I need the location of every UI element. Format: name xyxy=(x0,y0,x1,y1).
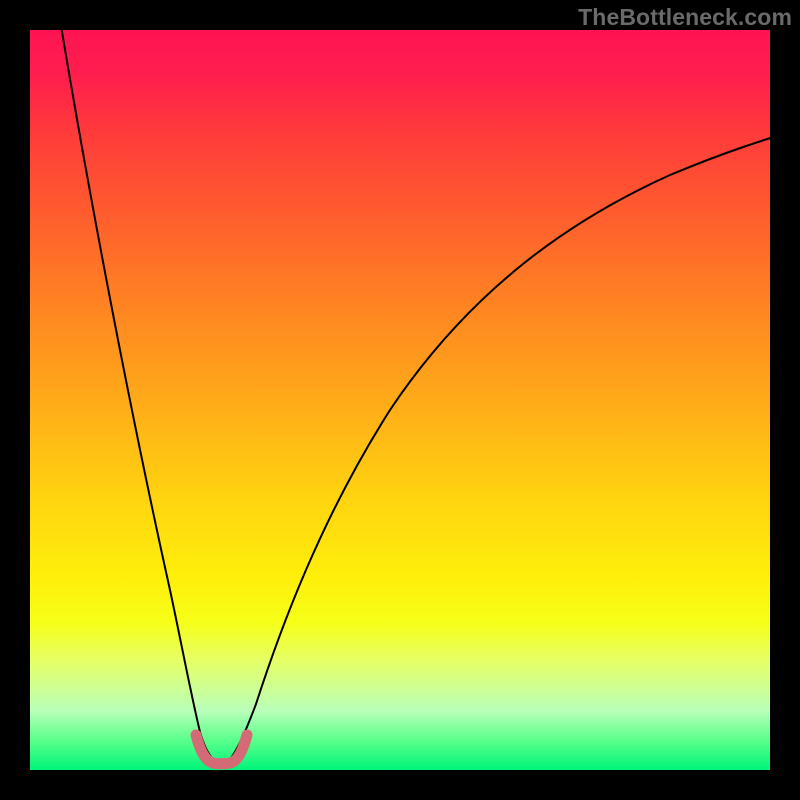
chart-frame: TheBottleneck.com xyxy=(0,0,800,800)
right-branch-curve xyxy=(230,132,790,759)
minimum-marker xyxy=(196,735,247,764)
left-branch-curve xyxy=(60,20,213,759)
watermark-text: TheBottleneck.com xyxy=(578,4,792,31)
plot-area xyxy=(30,30,770,770)
chart-svg xyxy=(30,30,770,770)
